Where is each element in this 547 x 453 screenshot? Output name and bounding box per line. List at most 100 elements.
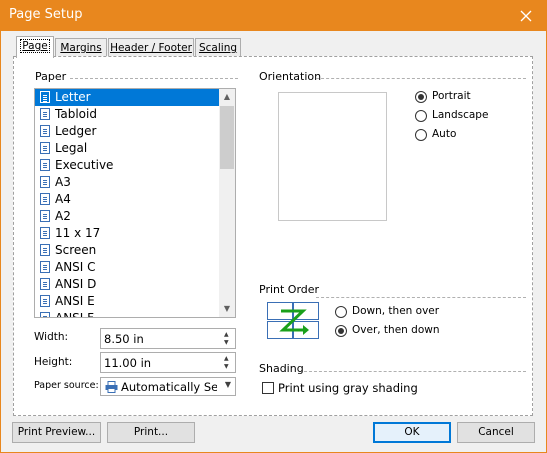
paper-source-value: Automatically Select [121,380,217,394]
paper-source-select[interactable]: Automatically Select ▼ [100,377,236,396]
page-setup-dialog: Page Setup Page Margins Header / Footer … [0,0,547,453]
scroll-up-icon[interactable]: ▲ [219,89,235,105]
cancel-label: Cancel [478,426,514,438]
tab-panel-page: Paper Letter Tabloid Ledger Legal Executive A… [13,56,533,416]
tab-margins[interactable]: Margins [55,38,107,58]
paper-size-label: A3 [55,175,71,189]
landscape-radio[interactable]: Landscape [415,108,515,124]
portrait-label: Portrait [432,90,471,102]
down-then-over-radio-button[interactable] [335,306,347,318]
chevron-down-icon[interactable]: ▼ [225,380,231,389]
tab-scaling[interactable]: Scaling [195,38,241,58]
paper-size-item[interactable]: ANSI F [35,310,235,318]
height-spinner[interactable]: ▲ ▼ [221,353,235,372]
paper-size-label: ANSI C [55,260,96,274]
paper-size-label: ANSI E [55,294,95,308]
document-icon [40,176,50,188]
paper-size-item[interactable]: 11 x 17 [35,225,235,242]
print-order-group-label: Print Order [259,283,320,296]
paper-size-item[interactable]: Letter [35,89,235,106]
scroll-down-icon[interactable]: ▼ [219,301,235,317]
paper-size-label: Ledger [55,124,97,138]
document-icon [40,210,50,222]
paper-size-item[interactable]: A3 [35,174,235,191]
gray-shading-checkbox[interactable]: Print using gray shading [262,381,442,397]
orientation-group-line [316,78,526,79]
print-button[interactable]: Print... [107,422,195,443]
auto-radio[interactable]: Auto [415,127,515,143]
paper-size-item[interactable]: A2 [35,208,235,225]
auto-label: Auto [432,128,457,140]
width-spinner[interactable]: ▲ ▼ [221,329,235,348]
document-icon [40,227,50,239]
tab-page-label: Page [20,39,50,53]
spin-up-icon[interactable]: ▲ [224,331,229,338]
paper-size-item[interactable]: A4 [35,191,235,208]
tab-header-footer-label: Header / Footer [110,42,192,54]
paper-list-scrollbar[interactable]: ▲ ▼ [219,89,235,317]
gray-shading-label: Print using gray shading [278,381,418,395]
height-field[interactable]: 11.00 in ▲ ▼ [100,352,236,373]
orientation-preview [278,92,387,221]
down-then-over-radio[interactable]: Down, then over [335,304,455,320]
down-then-over-label: Down, then over [352,305,440,317]
paper-size-list[interactable]: Letter Tabloid Ledger Legal Executive A3 A4 A2 1… [34,88,236,318]
close-button[interactable] [506,1,546,31]
tab-header-footer[interactable]: Header / Footer [108,38,194,58]
document-icon [40,295,50,307]
width-field[interactable]: 8.50 in ▲ ▼ [100,328,236,349]
scroll-thumb[interactable] [220,106,234,169]
tab-page[interactable]: Page [16,36,54,58]
auto-radio-button[interactable] [415,129,427,141]
paper-group-label: Paper [35,70,67,83]
portrait-radio[interactable]: Portrait [415,89,515,105]
tab-margins-label: Margins [60,42,102,54]
height-label-text: Height: [34,356,73,368]
document-icon [40,159,50,171]
width-label: Width: [34,331,68,343]
document-icon [40,108,50,120]
ok-label: OK [404,426,420,438]
paper-source-label: Paper source: [34,380,99,391]
paper-size-item[interactable]: ANSI C [35,259,235,276]
over-then-down-radio[interactable]: Over, then down [335,323,455,339]
gray-shading-checkbox-box[interactable] [262,382,274,394]
paper-size-item[interactable]: Executive [35,157,235,174]
printer-icon [105,381,118,393]
paper-size-label: 11 x 17 [55,226,101,240]
spin-up-icon[interactable]: ▲ [224,355,229,362]
paper-size-label: Letter [55,90,91,104]
cancel-button[interactable]: Cancel [457,422,535,443]
title-bar[interactable]: Page Setup [1,1,546,31]
print-preview-button[interactable]: Print Preview... [12,422,101,443]
landscape-radio-button[interactable] [415,110,427,122]
paper-size-label: ANSI F [55,311,95,318]
paper-size-item[interactable]: Legal [35,140,235,157]
spin-down-icon[interactable]: ▼ [224,339,229,346]
paper-size-items: Letter Tabloid Ledger Legal Executive A3 A4 A2 1… [35,89,235,318]
paper-size-item[interactable]: Tabloid [35,106,235,123]
over-then-down-label: Over, then down [352,324,440,336]
paper-size-item[interactable]: Screen [35,242,235,259]
over-then-down-radio-button[interactable] [335,325,347,337]
ok-button[interactable]: OK [373,422,451,443]
document-icon [40,142,50,154]
landscape-label: Landscape [432,109,489,121]
window-title: Page Setup [9,7,83,22]
paper-size-item[interactable]: ANSI D [35,276,235,293]
spin-down-icon[interactable]: ▼ [224,363,229,370]
tab-scaling-label: Scaling [198,42,238,54]
print-order-icon [267,302,319,339]
print-order-group-line [316,297,526,298]
height-value: 11.00 in [104,356,152,370]
document-icon [40,278,50,290]
paper-size-label: A2 [55,209,71,223]
document-icon [40,261,50,273]
document-icon [40,91,50,103]
width-value: 8.50 in [104,332,144,346]
shading-group-line [304,371,526,372]
paper-size-item[interactable]: Ledger [35,123,235,140]
paper-size-item[interactable]: ANSI E [35,293,235,310]
portrait-radio-button[interactable] [415,91,427,103]
shading-group-label: Shading [259,362,304,375]
